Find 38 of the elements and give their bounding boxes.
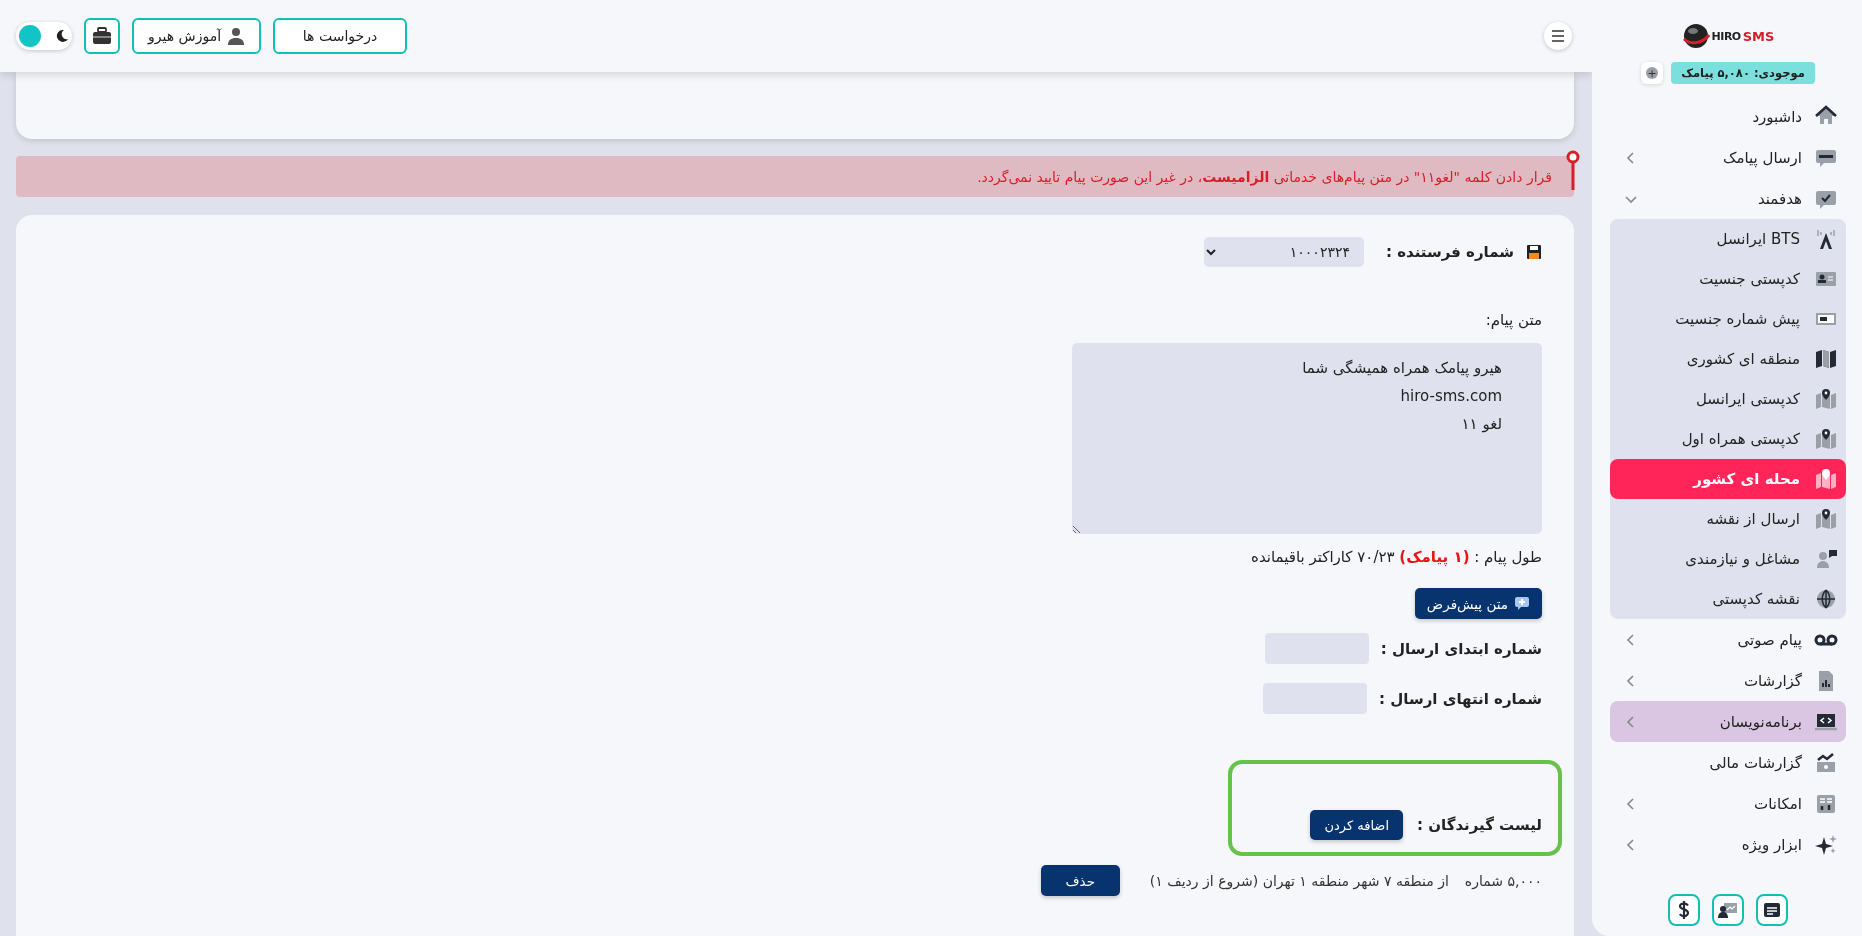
menu-item[interactable]: کدپستی جنسیت xyxy=(1610,259,1846,299)
menu-item[interactable]: محله ای کشور xyxy=(1610,459,1846,499)
sender-label: شماره فرستنده : xyxy=(1385,243,1514,261)
default-text-button[interactable]: متن پیش‌فرض xyxy=(1414,588,1542,619)
menu-item[interactable]: ابزار ویژه xyxy=(1610,824,1846,865)
logo-text: HIRO xyxy=(1711,29,1741,43)
menu-item[interactable]: نقشه کدپستی xyxy=(1610,579,1846,619)
alert-message: قرار دادن کلمه "لغو۱۱" در متن پیام‌های خدماتی الزامیست، در غیر این صورت پیام تایید نمی‌گردد. xyxy=(977,168,1552,185)
menu-item[interactable]: گزارشات xyxy=(1610,660,1846,701)
recipients-label: لیست گیرندگان : xyxy=(1417,816,1542,834)
start-number-label: شماره ابتدای ارسال : xyxy=(1380,639,1542,658)
add-credit-button[interactable]: + xyxy=(1641,62,1664,84)
tutorial-button[interactable]: آموزش هیرو xyxy=(132,18,261,54)
menu-item[interactable]: برنامه‌نویسان xyxy=(1610,701,1846,742)
balance-badge: موجودی: ۵,۰۸۰ پیامک xyxy=(1671,62,1815,84)
delete-button[interactable]: حذف xyxy=(1040,865,1120,896)
message-length-text: طول پیام : (۱ پیامک) ۷۰/۲۳ کاراکتر باقیمانده xyxy=(1251,548,1542,566)
menu-item[interactable]: BTS ایرانسل xyxy=(1610,219,1846,259)
menu-item[interactable]: پیام صوتی xyxy=(1610,619,1846,660)
menu-item[interactable]: گزارشات مالی xyxy=(1610,742,1846,783)
requests-button[interactable]: درخواست ها xyxy=(273,18,407,54)
menu-item[interactable]: پیش شماره جنسیت xyxy=(1610,299,1846,339)
message-label: متن پیام: xyxy=(1485,311,1542,329)
sender-select[interactable]: ۱۰۰۰۲۳۲۴ xyxy=(1203,237,1364,267)
menu-item[interactable]: هدفمند xyxy=(1610,178,1846,219)
menu-item[interactable]: ارسال از نقشه xyxy=(1610,499,1846,539)
menu-item[interactable]: مشاغل و نیازمندی xyxy=(1610,539,1846,579)
logo-text: SMS xyxy=(1742,28,1775,44)
menu-item[interactable]: منطقه ای کشوری xyxy=(1610,339,1846,379)
end-number-label: شماره انتهای ارسال : xyxy=(1379,689,1542,708)
menu-item[interactable]: ارسال پیامک xyxy=(1610,137,1846,178)
recipient-description: از منطقه ۷ شهر منطقه ۱ تهران (شروع از ردیف ۱) xyxy=(1149,872,1449,889)
add-button[interactable]: اضافه کردن xyxy=(1310,810,1403,840)
menu-item[interactable]: کدپستی ایرانسل xyxy=(1610,379,1846,419)
recipient-count: ۵,۰۰۰ شماره xyxy=(1464,872,1542,889)
menu-item[interactable]: کدپستی همراه اول xyxy=(1610,419,1846,459)
menu-item[interactable]: داشبورد xyxy=(1610,96,1846,137)
menu-item[interactable]: امکانات xyxy=(1610,783,1846,824)
